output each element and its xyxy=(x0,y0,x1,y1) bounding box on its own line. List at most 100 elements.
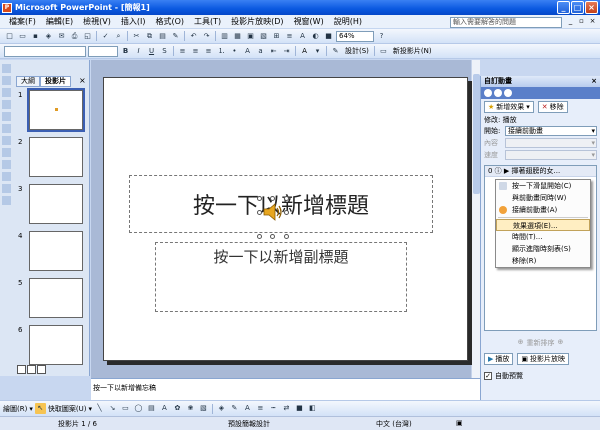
insert-picture-icon[interactable]: ▧ xyxy=(258,31,269,42)
grayscale-icon[interactable]: ◐ xyxy=(310,31,321,42)
help-icon[interactable]: ? xyxy=(376,31,387,42)
expand-icon[interactable]: ≡ xyxy=(284,31,295,42)
slide-thumbnail-6[interactable] xyxy=(29,325,83,365)
save-icon[interactable]: ▪ xyxy=(30,31,41,42)
close-button[interactable]: × xyxy=(585,1,598,14)
menu-insert[interactable]: 插入(I) xyxy=(116,16,151,27)
wordart-icon[interactable]: A xyxy=(159,403,170,414)
sorter-view-button[interactable] xyxy=(27,365,36,374)
font-size-select[interactable] xyxy=(88,45,118,57)
italic-button[interactable]: I xyxy=(133,46,144,57)
slideshow-button[interactable]: ▣ 投影片放映 xyxy=(517,353,570,365)
resize-handle[interactable] xyxy=(257,210,262,215)
bullets-icon[interactable]: • xyxy=(229,46,240,57)
textbox-icon[interactable]: ▤ xyxy=(146,403,157,414)
arrow-icon[interactable]: ↘ xyxy=(107,403,118,414)
new-slide-button[interactable]: 新投影片(N) xyxy=(391,46,434,56)
mini-tool-9[interactable] xyxy=(2,160,11,169)
spelling-icon[interactable]: ✓ xyxy=(100,31,111,42)
font-color-icon[interactable]: A xyxy=(299,46,310,57)
menu-edit[interactable]: 編輯(E) xyxy=(41,16,78,27)
oval-icon[interactable]: ◯ xyxy=(133,403,144,414)
doc-restore-button[interactable]: ▫ xyxy=(577,17,586,26)
font-select[interactable] xyxy=(4,45,86,57)
increase-indent-icon[interactable]: ⇥ xyxy=(281,46,292,57)
speaker-icon[interactable] xyxy=(261,200,285,224)
format-painter-icon[interactable]: ✎ xyxy=(170,31,181,42)
permission-icon[interactable]: ◈ xyxy=(43,31,54,42)
arrow-style-icon[interactable]: ⇄ xyxy=(281,403,292,414)
start-select[interactable]: 接續前動畫 xyxy=(505,126,597,136)
menu-timing[interactable]: 時間(T)... xyxy=(496,231,590,243)
new-slide-icon[interactable]: ▭ xyxy=(378,46,389,57)
draw-menu[interactable]: 繪圖(R) xyxy=(3,404,27,414)
font-color-draw-icon[interactable]: A xyxy=(242,403,253,414)
underline-button[interactable]: U xyxy=(146,46,157,57)
diagram-icon[interactable]: ✿ xyxy=(172,403,183,414)
menu-start-on-click[interactable]: 按一下滑鼠開始(C) xyxy=(496,180,590,192)
zoom-select[interactable]: 64% xyxy=(336,30,374,42)
numbering-icon[interactable]: ⒈ xyxy=(216,46,227,57)
menu-tools[interactable]: 工具(T) xyxy=(189,16,226,27)
task-pane-close-icon[interactable]: × xyxy=(591,76,597,87)
resize-handle[interactable] xyxy=(270,234,275,239)
design-icon[interactable]: ✎ xyxy=(330,46,341,57)
fill-color-icon[interactable]: ◈ xyxy=(216,403,227,414)
resize-handle[interactable] xyxy=(270,196,275,201)
mini-tool-4[interactable] xyxy=(2,100,11,109)
align-right-icon[interactable]: ≡ xyxy=(203,46,214,57)
home-icon[interactable] xyxy=(504,89,512,97)
design-button[interactable]: 設計(S) xyxy=(343,46,371,56)
print-icon[interactable]: ⎙ xyxy=(69,31,80,42)
doc-minimize-button[interactable]: _ xyxy=(566,17,575,26)
select-arrow-icon[interactable]: ↖ xyxy=(34,403,46,414)
notes-pane[interactable]: 按一下以新增備忘稿 xyxy=(91,378,480,400)
paste-icon[interactable]: ▤ xyxy=(157,31,168,42)
mini-tool-7[interactable] xyxy=(2,136,11,145)
animation-item[interactable]: 0 ⓘ ▶ 揮著翅膀的女... xyxy=(485,166,596,177)
mini-tool-6[interactable] xyxy=(2,124,11,133)
menu-help[interactable]: 說明(H) xyxy=(329,16,367,27)
resize-handle[interactable] xyxy=(257,234,262,239)
mini-tool-11[interactable] xyxy=(2,184,11,193)
resize-handle[interactable] xyxy=(284,210,289,215)
tables-borders-icon[interactable]: ▣ xyxy=(245,31,256,42)
add-effect-button[interactable]: ★ 新增效果 ▾ xyxy=(484,101,534,113)
menu-with-previous[interactable]: 與前動畫同時(W) xyxy=(496,192,590,204)
research-icon[interactable]: ⌕ xyxy=(113,31,124,42)
preview-icon[interactable]: ◱ xyxy=(82,31,93,42)
copy-icon[interactable]: ⧉ xyxy=(144,31,155,42)
slide-thumbnail-5[interactable] xyxy=(29,278,83,318)
mini-tool-10[interactable] xyxy=(2,172,11,181)
rectangle-icon[interactable]: ▭ xyxy=(120,403,131,414)
minimize-button[interactable]: _ xyxy=(557,1,570,14)
resize-handle[interactable] xyxy=(284,196,289,201)
menu-window[interactable]: 視窗(W) xyxy=(289,16,329,27)
menu-format[interactable]: 格式(O) xyxy=(150,16,189,27)
maximize-button[interactable]: □ xyxy=(571,1,584,14)
undo-icon[interactable]: ↶ xyxy=(188,31,199,42)
grid-icon[interactable]: ⊞ xyxy=(271,31,282,42)
menu-show-advanced-timeline[interactable]: 顯示進階時刻表(S) xyxy=(496,243,590,255)
slideshow-view-button[interactable] xyxy=(37,365,46,374)
font-color-dropdown-icon[interactable]: ▾ xyxy=(312,46,323,57)
decrease-font-icon[interactable]: a xyxy=(255,46,266,57)
menu-after-previous[interactable]: 接續前動畫(A) xyxy=(496,204,590,216)
clipart-icon[interactable]: ❀ xyxy=(185,403,196,414)
autoshape-menu[interactable]: 快取圖案(U) xyxy=(48,404,87,414)
align-left-icon[interactable]: ≡ xyxy=(177,46,188,57)
mini-tool-2[interactable] xyxy=(2,76,11,85)
bold-button[interactable]: B xyxy=(120,46,131,57)
menu-view[interactable]: 檢視(V) xyxy=(78,16,116,27)
mini-tool-1[interactable] xyxy=(2,64,11,73)
line-style-icon[interactable]: ≡ xyxy=(255,403,266,414)
line-icon[interactable]: ╲ xyxy=(94,403,105,414)
shadow-button[interactable]: S xyxy=(159,46,170,57)
table-icon[interactable]: ▦ xyxy=(232,31,243,42)
menu-effect-options[interactable]: 效果選項(E)... xyxy=(496,219,590,231)
color-icon[interactable]: ■ xyxy=(323,31,334,42)
autopreview-checkbox[interactable]: ✓ xyxy=(484,372,492,380)
open-icon[interactable]: ▭ xyxy=(17,31,28,42)
subtitle-placeholder[interactable]: 按一下以新增副標題 xyxy=(155,242,407,312)
menu-remove[interactable]: 移除(R) xyxy=(496,255,590,267)
